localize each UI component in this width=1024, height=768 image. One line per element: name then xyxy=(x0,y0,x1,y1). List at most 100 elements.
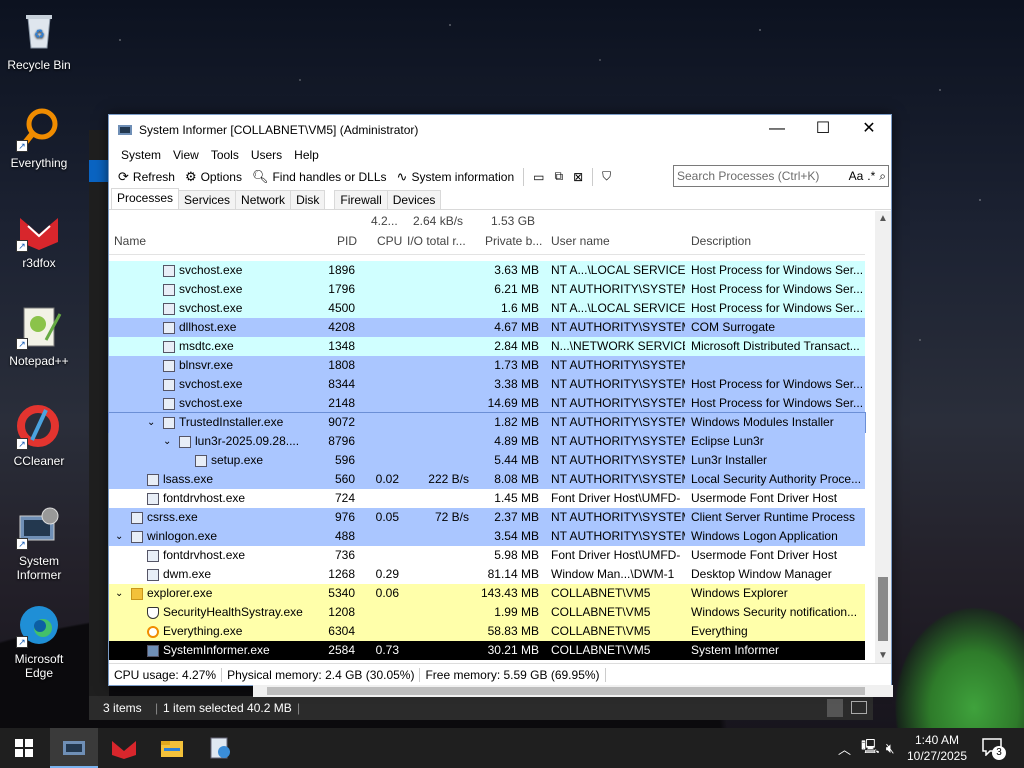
search-processes-input[interactable]: Search Processes (Ctrl+K) Aa .* ⌕ xyxy=(673,165,889,187)
process-row[interactable]: blnsvr.exe 1808 1.73 MB NT AUTHORITY\SYSTEM xyxy=(109,356,865,375)
horizontal-scrollbar[interactable] xyxy=(253,685,893,697)
process-row[interactable]: fontdrvhost.exe 724 1.45 MB Font Driver Hos… xyxy=(109,489,865,508)
menu-help[interactable]: Help xyxy=(288,148,325,162)
shortcut-arrow-icon: ↗ xyxy=(16,240,28,252)
scroll-thumb[interactable] xyxy=(878,577,888,641)
process-row[interactable]: ⌄ TrustedInstaller.exe 9072 1.82 MB NT AUTHO… xyxy=(108,412,866,433)
process-row[interactable]: svchost.exe 1796 6.21 MB NT AUTHORITY\SYSTE… xyxy=(109,280,865,299)
column-pid[interactable]: PID xyxy=(337,234,357,248)
details-view-icon[interactable] xyxy=(827,699,843,717)
terminate-button[interactable]: ⊠ xyxy=(568,166,588,188)
process-private-bytes: 2.37 MB xyxy=(494,510,539,524)
column-cpu[interactable]: CPU xyxy=(377,234,402,248)
column-description[interactable]: Description xyxy=(691,234,751,248)
process-row[interactable]: csrss.exe 976 0.05 72 B/s 2.37 MB NT AUTHORIT… xyxy=(109,508,865,527)
process-description: Local Security Authority Proce... xyxy=(691,472,862,486)
process-row[interactable]: msdtc.exe 1348 2.84 MB N...\NETWORK SERVICE… xyxy=(109,337,865,356)
taskbar-system-informer[interactable] xyxy=(50,728,98,768)
system-informer-icon: ↗ xyxy=(16,504,62,550)
tab-processes[interactable]: Processes xyxy=(111,188,180,209)
shield-button[interactable]: ⛉ xyxy=(597,166,616,188)
column-user-name[interactable]: User name xyxy=(551,234,610,248)
process-row[interactable]: dllhost.exe 4208 4.67 MB NT AUTHORITY\SYSTE… xyxy=(109,318,865,337)
tree-expander-icon[interactable]: ⌄ xyxy=(115,584,123,603)
process-pid: 1348 xyxy=(328,339,355,353)
process-icon xyxy=(163,265,175,277)
clock[interactable]: 1:40 AM 10/27/2025 xyxy=(900,732,974,764)
process-description: Windows Security notification... xyxy=(691,605,858,619)
shortcut-arrow-icon: ↗ xyxy=(16,438,28,450)
process-row[interactable]: ⌄ explorer.exe 5340 0.06 143.43 MB COLLABNET\… xyxy=(109,584,865,603)
desktop-icon-ccleaner[interactable]: ↗ CCleaner xyxy=(0,404,78,468)
find-window-button[interactable]: ⧉ xyxy=(550,166,569,188)
menu-tools[interactable]: Tools xyxy=(205,148,245,162)
process-name: lsass.exe xyxy=(163,472,214,486)
process-row[interactable]: SecurityHealthSystray.exe 1208 1.99 MB COLL… xyxy=(109,603,865,622)
taskbar-file-explorer[interactable] xyxy=(148,728,196,768)
process-description: Microsoft Distributed Transact... xyxy=(691,339,860,353)
desktop-icon-r3dfox[interactable]: ↗ r3dfox xyxy=(0,206,78,270)
scroll-up-icon[interactable]: ▲ xyxy=(875,213,891,224)
process-row[interactable]: svchost.exe 8344 3.38 MB NT AUTHORITY\SYSTE… xyxy=(109,375,865,394)
process-row[interactable]: ⌄ winlogon.exe 488 3.54 MB NT AUTHORITY\SYST… xyxy=(109,527,865,546)
desktop-icon-recycle-bin[interactable]: ♻ Recycle Bin xyxy=(0,8,78,72)
taskbar-installer[interactable] xyxy=(196,728,244,768)
window-icon-button[interactable]: ▭ xyxy=(528,166,549,188)
menu-view[interactable]: View xyxy=(167,148,205,162)
taskbar-r3dfox[interactable] xyxy=(100,728,148,768)
column-private-bytes[interactable]: Private b... xyxy=(485,234,542,248)
regex-toggle[interactable]: .* xyxy=(865,169,877,183)
process-row[interactable]: dwm.exe 1268 0.29 81.14 MB Window Man...\DWM… xyxy=(109,565,865,584)
maximize-button[interactable]: ☐ xyxy=(800,115,846,143)
scroll-down-icon[interactable]: ▼ xyxy=(875,650,891,661)
process-row[interactable]: ⌄ lun3r-2025.09.28.... 8796 4.89 MB NT AUTHO… xyxy=(109,432,865,451)
minimize-button[interactable]: — xyxy=(754,115,800,143)
process-row[interactable]: fontdrvhost.exe 736 5.98 MB Font Driver Hos… xyxy=(109,546,865,565)
close-button[interactable]: ✕ xyxy=(846,115,892,143)
tree-expander-icon[interactable]: ⌄ xyxy=(147,413,155,432)
network-icon[interactable]: 🖳︎ xyxy=(861,736,880,760)
system-tray: ︿ 🖳︎ 🔇︎ xyxy=(838,728,895,768)
process-icon xyxy=(147,550,159,562)
match-case-toggle[interactable]: Aa xyxy=(847,169,866,183)
process-row[interactable]: svchost.exe 1896 3.63 MB NT A...\LOCAL SERV… xyxy=(109,261,865,280)
process-row[interactable]: svchost.exe 2148 14.69 MB NT AUTHORITY\SYST… xyxy=(109,394,865,413)
volume-muted-icon[interactable]: 🔇︎ xyxy=(886,740,895,757)
process-row[interactable]: Everything.exe 6304 58.83 MB COLLABNET\VM5 E… xyxy=(109,622,865,641)
options-button[interactable]: ⚙ Options xyxy=(180,166,247,188)
pulse-icon: ∿ xyxy=(396,168,408,184)
column-name[interactable]: Name xyxy=(114,234,146,248)
tab-services[interactable]: Services xyxy=(178,190,237,209)
tab-disk[interactable]: Disk xyxy=(290,190,326,209)
column-io[interactable]: I/O total r... xyxy=(407,234,466,248)
chevron-up-icon[interactable]: ︿ xyxy=(838,739,851,758)
find-handles-button[interactable]: 🔍︎ Find handles or DLLs xyxy=(247,166,392,188)
menu-system[interactable]: System xyxy=(115,148,167,162)
start-button[interactable] xyxy=(0,728,48,768)
thumbnail-view-icon[interactable] xyxy=(851,701,867,714)
vertical-scrollbar[interactable]: ▲ ▼ xyxy=(875,211,891,663)
tree-expander-icon[interactable]: ⌄ xyxy=(163,432,171,451)
process-row[interactable]: lsass.exe 560 0.02 222 B/s 8.08 MB NT AUTHORI… xyxy=(109,470,865,489)
desktop-icon-edge[interactable]: ↗ Microsoft Edge xyxy=(0,602,78,680)
tab-network[interactable]: Network xyxy=(235,190,292,209)
hscroll-thumb[interactable] xyxy=(267,687,865,695)
tree-expander-icon[interactable]: ⌄ xyxy=(115,527,123,546)
tab-firewall[interactable]: Firewall xyxy=(334,190,388,209)
menu-users[interactable]: Users xyxy=(245,148,288,162)
system-information-button[interactable]: ∿ System information xyxy=(392,166,520,188)
process-name: dwm.exe xyxy=(163,567,212,581)
process-private-bytes: 81.14 MB xyxy=(487,567,539,581)
desktop-icon-notepadpp[interactable]: ↗ Notepad++ xyxy=(0,304,78,368)
process-row[interactable]: svchost.exe 4500 1.6 MB NT A...\LOCAL SERVI… xyxy=(109,299,865,318)
notepadpp-icon: ↗ xyxy=(16,304,62,350)
process-row[interactable]: setup.exe 596 5.44 MB NT AUTHORITY\SYSTEM Lu… xyxy=(109,451,865,470)
process-row[interactable]: SystemInformer.exe 2584 0.73 30.21 MB COLLAB… xyxy=(109,641,865,660)
search-icon[interactable]: ⌕ xyxy=(877,169,888,184)
tab-devices[interactable]: Devices xyxy=(386,190,442,209)
desktop-icon-everything[interactable]: ↗ Everything xyxy=(0,106,78,170)
refresh-button[interactable]: ⟳ Refresh xyxy=(113,166,180,188)
cpu-usage-status: CPU usage: 4.27% xyxy=(109,667,223,682)
notification-center-button[interactable]: 3 xyxy=(982,738,1006,760)
desktop-icon-system-informer[interactable]: ↗ System Informer xyxy=(0,504,78,582)
